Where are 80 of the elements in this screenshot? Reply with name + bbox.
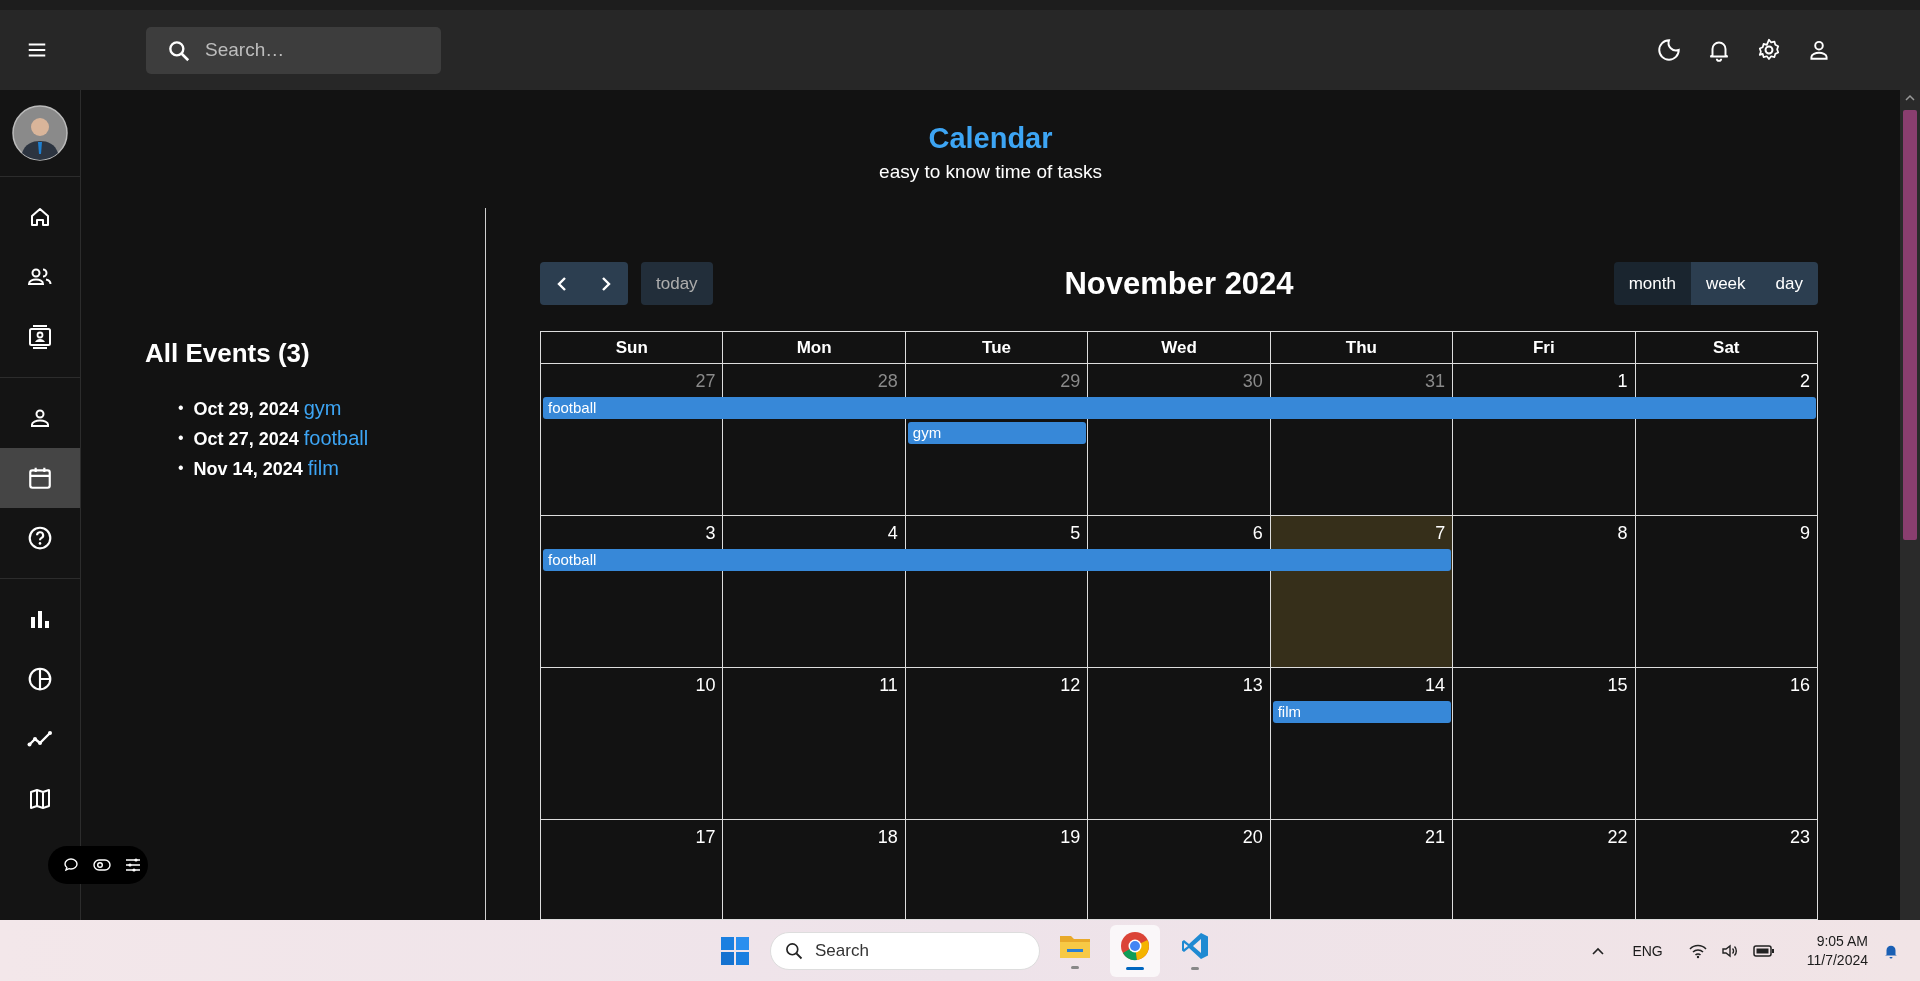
day-number: 22 [1607,826,1628,848]
search-icon [784,940,804,961]
wifi-icon[interactable] [1688,942,1707,959]
page-subtitle: easy to know time of tasks [878,160,1103,184]
map-icon [28,787,52,811]
volume-icon[interactable] [1720,942,1739,959]
day-number: 10 [695,674,716,696]
list-bullet: • [178,458,184,478]
search-field[interactable]: Search… [146,26,441,74]
day-number: 9 [1800,522,1810,544]
weekday-header: Mon [723,332,906,364]
browser-icon [1120,931,1150,961]
event-bar[interactable]: football [543,549,1452,571]
day-number: 4 [887,522,898,544]
event-list-item: Oct 29, 2024 gym [193,395,342,421]
clock-time[interactable]: 9:05 AM [1816,931,1868,951]
chevron-left-icon [555,274,569,293]
day-number: 18 [877,826,898,848]
language-indicator[interactable]: ENG [1632,942,1663,959]
code-editor-icon [1180,931,1210,961]
day-number: 8 [1617,522,1628,544]
day-number: 17 [695,826,716,848]
day-number: 28 [877,370,898,392]
day-number: 21 [1425,826,1446,848]
day-number: 29 [1060,370,1081,392]
day-number: 1 [1617,370,1628,392]
day-number: 19 [1060,826,1081,848]
calendar-title: November 2024 [1064,265,1294,302]
day-number: 13 [1242,674,1263,696]
day-number: 12 [1060,674,1081,696]
chevron-right-icon [599,274,613,293]
weekday-header: Wed [1088,332,1271,364]
chat-icon[interactable] [63,857,79,873]
day-number: 15 [1607,674,1628,696]
day-number: 11 [879,674,898,696]
windows-logo-icon[interactable] [720,935,750,966]
sliders-icon[interactable] [125,858,141,872]
day-number: 30 [1242,370,1263,392]
weekday-header: Thu [1270,332,1454,364]
home-icon [28,205,52,229]
line-chart-icon [27,729,53,749]
toggle-icon[interactable] [93,858,111,872]
avatar [12,105,68,161]
day-number: 16 [1789,674,1810,696]
list-bullet: • [178,428,184,448]
pie-chart-icon [27,666,53,692]
view-tab[interactable]: month [1613,262,1691,305]
event-list-item: Nov 14, 2024 film [193,455,339,481]
weekday-header: Sun [541,332,724,364]
calendar-icon [27,465,53,491]
event-bar[interactable]: film [1272,701,1452,723]
events-heading: All Events (3) [145,337,311,370]
view-tab[interactable]: week [1690,262,1761,305]
contact-card-icon [28,324,52,350]
day-number: 31 [1425,370,1446,392]
weekday-header: Tue [905,332,1089,364]
day-number: 6 [1252,522,1263,544]
taskbar-search-field[interactable]: Search [770,931,1040,970]
bar-chart-icon [29,608,51,630]
day-number: 2 [1800,370,1810,392]
event-list-item: Oct 27, 2024 football [193,425,369,451]
day-number: 27 [695,370,716,392]
battery-icon[interactable] [1752,943,1775,958]
day-number: 3 [705,522,716,544]
clock-date[interactable]: 11/7/2024 [1806,950,1868,970]
list-bullet: • [178,398,184,418]
help-icon [27,525,53,551]
event-bar[interactable]: gym [907,422,1087,444]
weekday-header: Fri [1453,332,1636,364]
view-tab[interactable]: day [1760,262,1818,305]
day-number: 5 [1070,522,1081,544]
taskbar-app[interactable] [1110,924,1160,977]
event-bar[interactable]: football [543,397,1816,419]
weekday-header: Sat [1635,332,1818,364]
day-number: 7 [1435,522,1446,544]
day-number: 20 [1242,826,1263,848]
day-number: 23 [1789,826,1810,848]
sidebar-item[interactable] [0,448,80,508]
day-number: 14 [1425,674,1446,696]
page-title: Calendar [927,121,1054,156]
